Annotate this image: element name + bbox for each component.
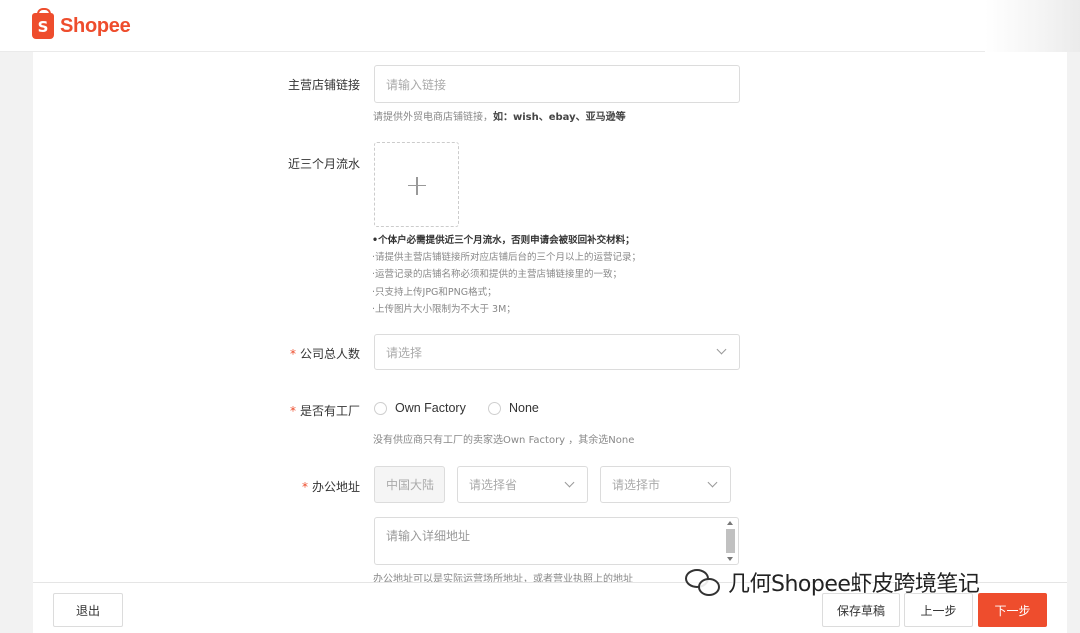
office-label: * 办公地址 (30, 478, 360, 495)
next-step-button[interactable]: 下一步 (978, 593, 1047, 627)
factory-label-text: 是否有工厂 (299, 404, 360, 418)
upload-note: ·上传图片大小限制为不大于 3M； (372, 303, 516, 315)
upload-note: ·运营记录的店铺名称必须和提供的主营店铺链接里的一致； (372, 269, 623, 281)
city-placeholder: 请选择市 (612, 478, 661, 492)
chevron-down-icon (716, 344, 727, 355)
shop-link-hint-text: 请提供外贸电商店铺链接， (373, 112, 493, 123)
factory-label: * 是否有工厂 (30, 402, 360, 419)
employees-label: * 公司总人数 (30, 345, 360, 362)
upload-notes: •个体户必需提供近三个月流水，否则申请会被驳回补交材料； ·请提供主营店铺链接所… (372, 232, 641, 318)
upload-note: ·只支持上传JPG和PNG格式； (372, 286, 497, 298)
scroll-down-arrow-icon[interactable] (727, 557, 733, 561)
radio-none[interactable]: None (488, 401, 539, 415)
wechat-icon (684, 565, 724, 599)
province-placeholder: 请选择省 (469, 478, 518, 492)
city-select[interactable]: 请选择市 (600, 466, 731, 503)
shop-link-placeholder: 请输入链接 (386, 77, 447, 92)
watermark-text: 几何Shopee虾皮跨境笔记 (728, 572, 980, 597)
office-label-text: 办公地址 (311, 480, 360, 494)
address-detail-placeholder: 请输入详细地址 (386, 529, 471, 543)
required-mark: * (289, 347, 296, 361)
radio-circle-icon (374, 401, 387, 415)
employees-label-text: 公司总人数 (299, 347, 360, 361)
turnover-upload[interactable] (374, 142, 459, 227)
shopee-logo[interactable]: S Shopee (32, 8, 131, 39)
shop-link-input[interactable]: 请输入链接 (374, 65, 740, 103)
radio-none-label: None (509, 401, 539, 415)
province-select[interactable]: 请选择省 (457, 466, 588, 503)
factory-hint: 没有供应商只有工厂的卖家选Own Factory ，其余选None (373, 435, 635, 446)
country-value: 中国大陆 (386, 478, 435, 492)
radio-own-factory[interactable]: Own Factory (374, 401, 466, 415)
required-mark: * (301, 480, 308, 494)
shopee-bag-icon: S (32, 8, 54, 39)
top-bar: S Shopee (0, 0, 1080, 52)
upload-note: ·请提供主营店铺链接所对应店铺后台的三个月以上的运营记录； (372, 252, 642, 264)
scroll-thumb[interactable] (726, 529, 735, 553)
scroll-up-arrow-icon[interactable] (727, 521, 733, 525)
turnover-label: 近三个月流水 (287, 157, 360, 171)
employees-select[interactable]: 请选择 (374, 334, 740, 370)
upload-note: •个体户必需提供近三个月流水，否则申请会被驳回补交材料； (372, 235, 635, 246)
watermark: 几何Shopee虾皮跨境笔记 (684, 565, 980, 599)
shop-link-hint-examples: 如：wish、ebay、亚马逊等 (493, 112, 626, 123)
country-field: 中国大陆 (374, 466, 445, 503)
exit-button[interactable]: 退出 (53, 593, 123, 627)
address-detail-textarea[interactable]: 请输入详细地址 (374, 517, 739, 565)
required-mark: * (289, 404, 296, 418)
radio-own-factory-label: Own Factory (395, 401, 466, 415)
shop-link-label: 主营店铺链接 (287, 78, 360, 92)
employees-placeholder: 请选择 (386, 345, 423, 360)
shop-link-hint: 请提供外贸电商店铺链接，如：wish、ebay、亚马逊等 (373, 108, 626, 123)
radio-circle-icon (488, 401, 501, 415)
logo-text: Shopee (60, 14, 131, 37)
textarea-scrollbar[interactable] (725, 520, 736, 562)
chevron-down-icon (564, 477, 575, 488)
chevron-down-icon (707, 477, 718, 488)
topbar-right-shade (985, 0, 1080, 52)
